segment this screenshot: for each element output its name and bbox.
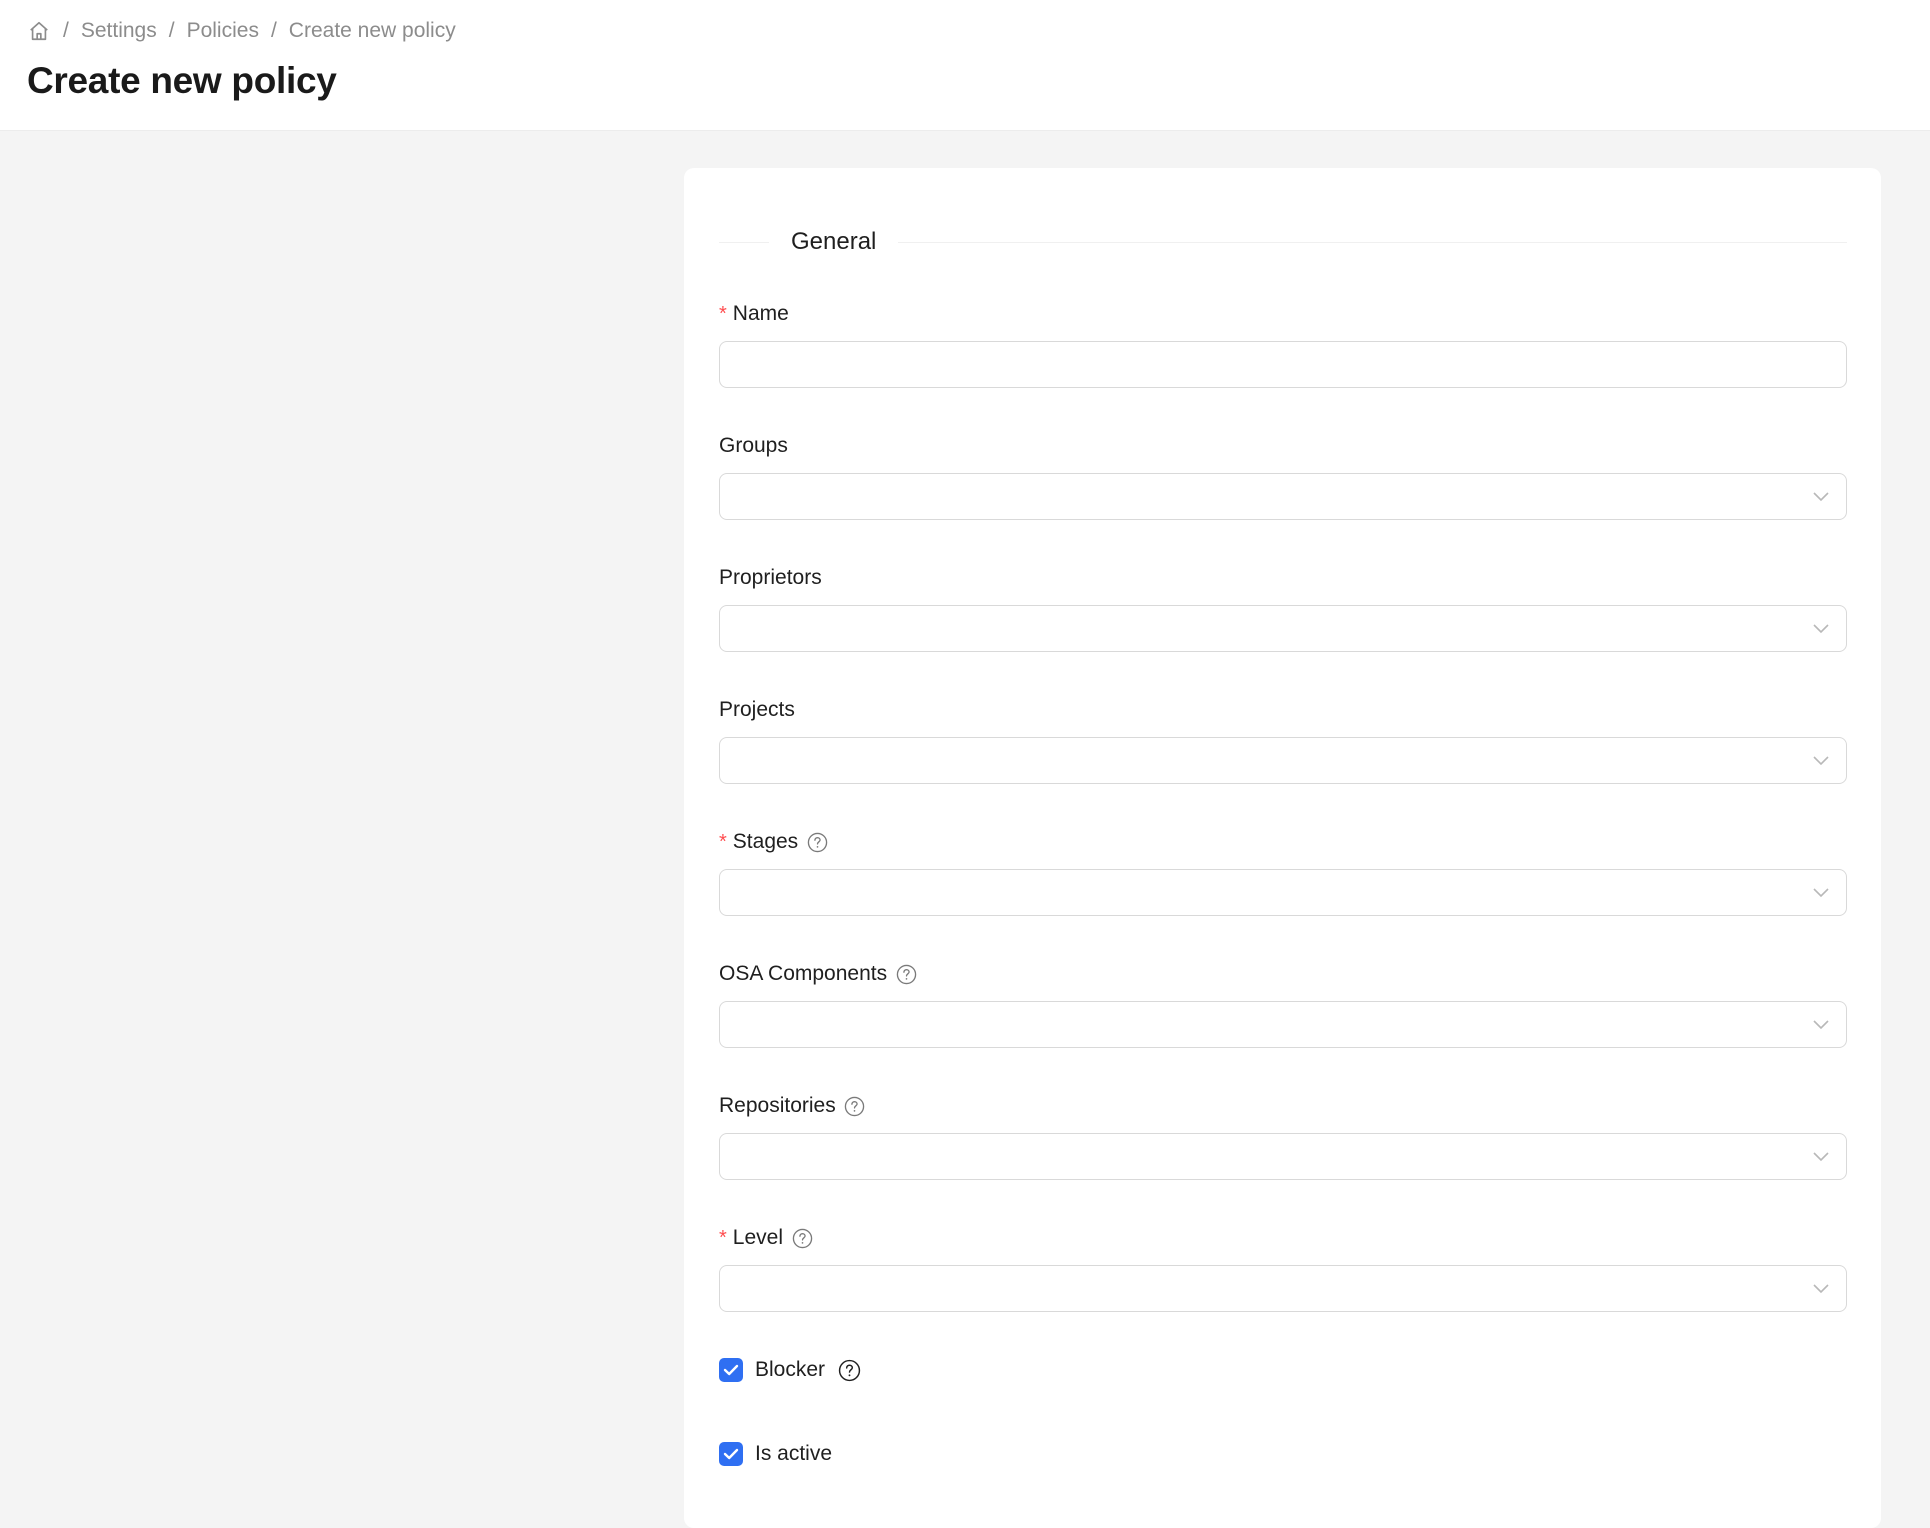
chevron-down-icon <box>1812 1148 1830 1166</box>
breadcrumb-separator: / <box>63 19 69 42</box>
required-mark: * <box>719 302 727 325</box>
form-item-repositories: Repositories <box>719 1091 1847 1180</box>
name-label-text: Name <box>732 302 789 325</box>
osa-components-select[interactable] <box>719 1001 1847 1048</box>
required-mark: * <box>719 1226 727 1249</box>
policy-form-card: General * Name Groups Proprietors Projec… <box>684 168 1881 1528</box>
required-mark: * <box>719 830 727 853</box>
chevron-down-icon <box>1812 1280 1830 1298</box>
name-label: * Name <box>719 299 1847 329</box>
form-item-stages: * Stages <box>719 827 1847 916</box>
page-header: / Settings / Policies / Create new polic… <box>0 0 1930 131</box>
proprietors-label: Proprietors <box>719 563 1847 593</box>
name-field[interactable] <box>719 341 1847 388</box>
help-icon[interactable] <box>844 1095 866 1117</box>
projects-select[interactable] <box>719 737 1847 784</box>
divider-line <box>898 241 1847 243</box>
chevron-down-icon <box>1812 620 1830 638</box>
name-input[interactable] <box>720 342 1846 387</box>
breadcrumb-separator: / <box>168 19 175 42</box>
repositories-select[interactable] <box>719 1133 1847 1180</box>
repositories-label-text: Repositories <box>719 1094 836 1117</box>
form-item-level: * Level <box>719 1223 1847 1312</box>
chevron-down-icon <box>1812 884 1830 902</box>
home-icon[interactable] <box>27 19 51 43</box>
divider-line <box>719 241 769 243</box>
chevron-down-icon <box>1812 488 1830 506</box>
page-title: Create new policy <box>27 60 337 101</box>
help-icon[interactable] <box>806 831 828 853</box>
repositories-label: Repositories <box>719 1091 1847 1121</box>
form-item-name: * Name <box>719 299 1847 388</box>
section-title: General <box>791 228 877 255</box>
groups-select[interactable] <box>719 473 1847 520</box>
level-label-text: Level <box>732 1226 783 1249</box>
breadcrumb-policies[interactable]: Policies <box>187 19 259 43</box>
level-label: * Level <box>719 1223 1847 1253</box>
is-active-checkbox[interactable] <box>719 1442 743 1466</box>
breadcrumb-separator: / <box>270 19 277 42</box>
stages-select[interactable] <box>719 869 1847 916</box>
blocker-label: Blocker <box>755 1358 826 1381</box>
chevron-down-icon <box>1812 1016 1830 1034</box>
proprietors-label-text: Proprietors <box>719 566 822 589</box>
breadcrumb-settings[interactable]: Settings <box>81 19 157 43</box>
stages-label: * Stages <box>719 827 1847 857</box>
help-icon[interactable] <box>895 963 917 985</box>
proprietors-select[interactable] <box>719 605 1847 652</box>
blocker-checkbox[interactable] <box>719 1358 743 1382</box>
form-item-projects: Projects <box>719 695 1847 784</box>
help-icon[interactable] <box>791 1227 813 1249</box>
blocker-checkbox-row[interactable]: Blocker <box>719 1356 861 1384</box>
chevron-down-icon <box>1812 752 1830 770</box>
groups-label: Groups <box>719 431 1847 461</box>
groups-label-text: Groups <box>719 434 788 457</box>
form-item-groups: Groups <box>719 431 1847 520</box>
help-icon[interactable] <box>837 1358 861 1382</box>
is-active-label: Is active <box>755 1442 833 1465</box>
osa-components-label-text: OSA Components <box>719 962 888 985</box>
form-item-proprietors: Proprietors <box>719 563 1847 652</box>
section-divider: General <box>719 228 1847 255</box>
is-active-checkbox-row[interactable]: Is active <box>719 1440 832 1468</box>
breadcrumb-current: Create new policy <box>288 19 456 42</box>
form-item-osa-components: OSA Components <box>719 959 1847 1048</box>
projects-label: Projects <box>719 695 1847 725</box>
projects-label-text: Projects <box>719 698 795 721</box>
breadcrumb: / Settings / Policies / Create new polic… <box>27 18 456 44</box>
osa-components-label: OSA Components <box>719 959 1847 989</box>
stages-label-text: Stages <box>732 830 799 853</box>
level-select[interactable] <box>719 1265 1847 1312</box>
